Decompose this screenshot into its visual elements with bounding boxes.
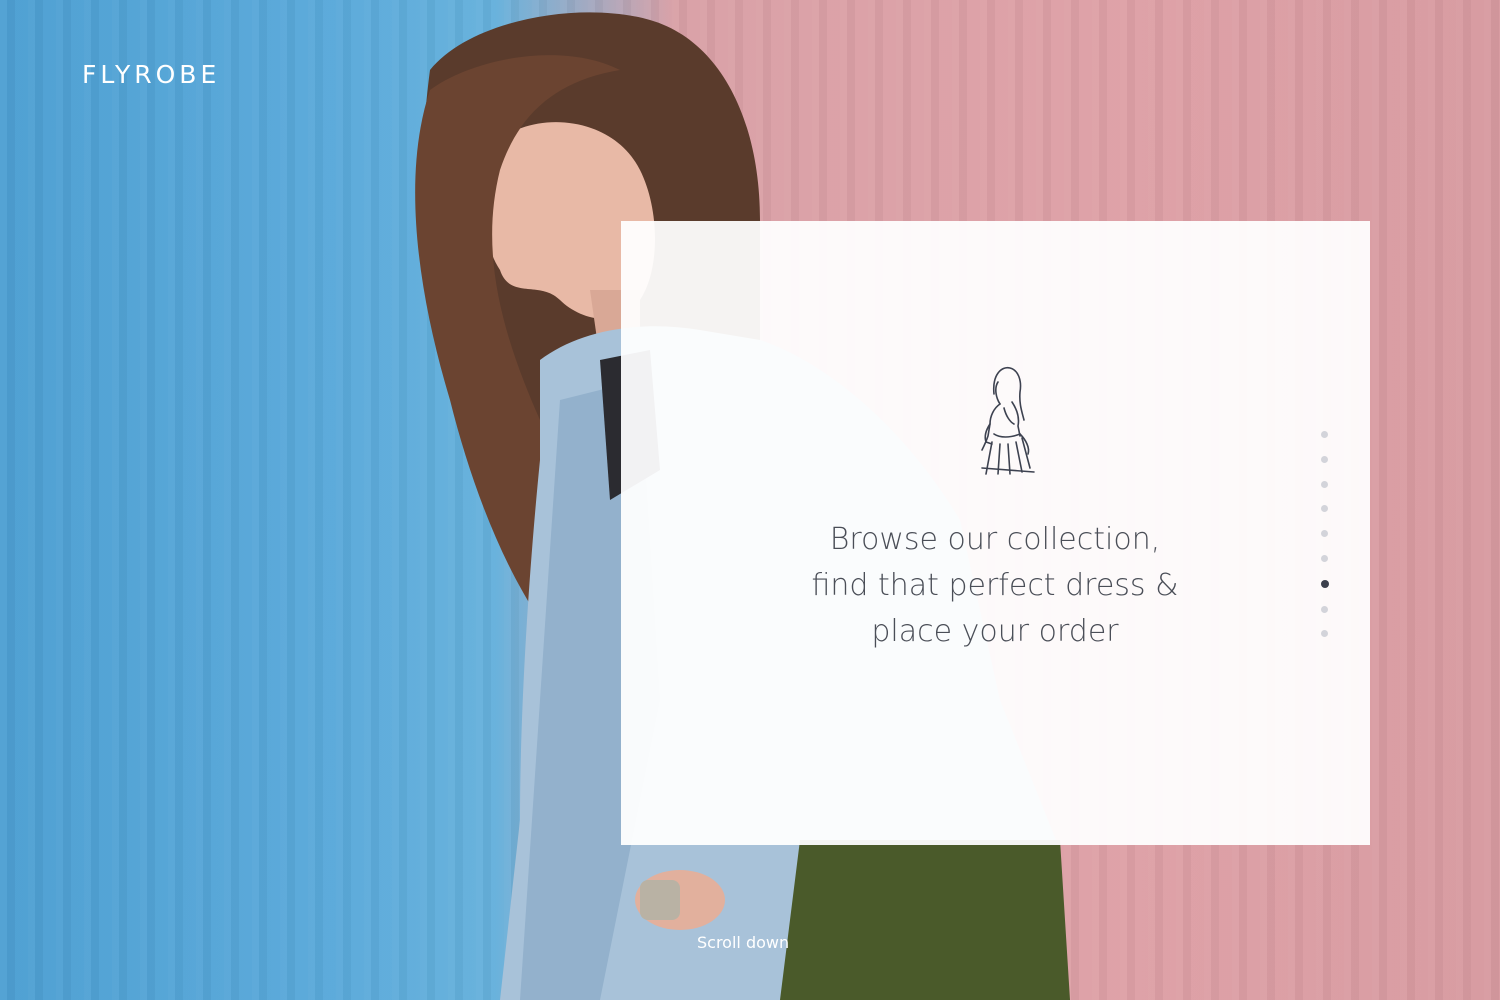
pagination-dot-4[interactable] [1321, 505, 1328, 513]
pagination-dot-8[interactable] [1321, 605, 1328, 613]
pagination-dot-5[interactable] [1321, 530, 1328, 538]
woman-silhouette-icon [981, 366, 1035, 475]
onboarding-card: Browse our collection, find that perfect… [621, 221, 1370, 845]
card-line-3: place your order [871, 614, 1119, 649]
pagination-dots [1321, 431, 1331, 655]
pagination-dot-1[interactable] [1321, 431, 1328, 438]
brand-logo[interactable]: FLYROBE [82, 60, 220, 89]
scroll-down-link[interactable]: Scroll down [697, 933, 789, 952]
pagination-dot-9[interactable] [1321, 630, 1328, 638]
card-line-2: find that perfect dress & [811, 568, 1179, 603]
card-line-1: Browse our collection, [829, 522, 1161, 557]
pagination-dot-2[interactable] [1321, 455, 1328, 463]
pagination-dot-7-active[interactable] [1321, 579, 1329, 588]
card-headline: Browse our collection, find that perfect… [725, 517, 1265, 655]
pagination-dot-6[interactable] [1321, 554, 1328, 562]
pagination-dot-3[interactable] [1321, 480, 1328, 488]
